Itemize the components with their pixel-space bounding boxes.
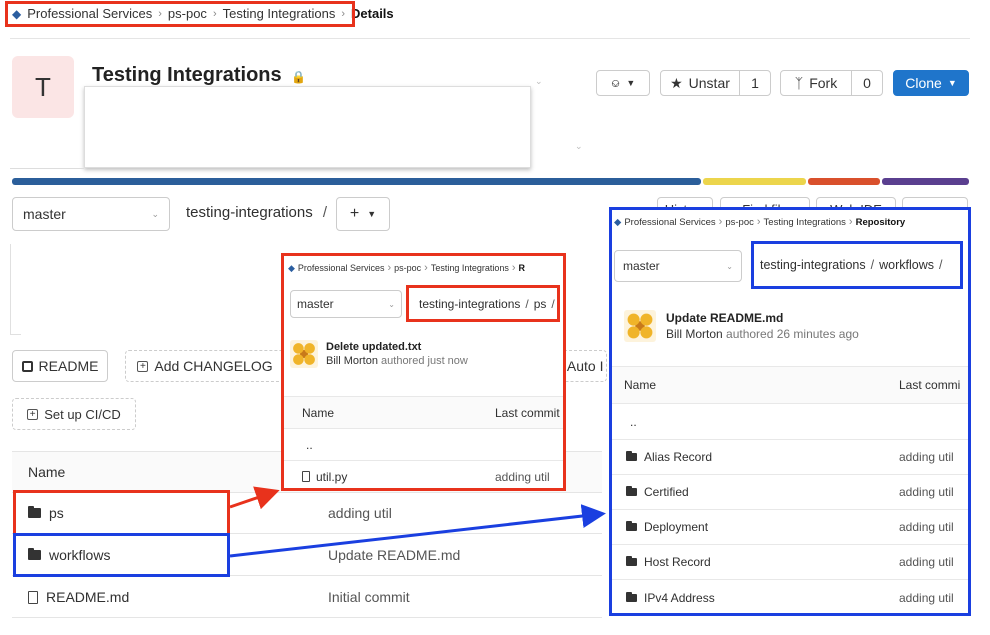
annotation-arrows [229,486,606,558]
ps-arrow [229,486,280,510]
workflows-arrow [229,504,606,558]
